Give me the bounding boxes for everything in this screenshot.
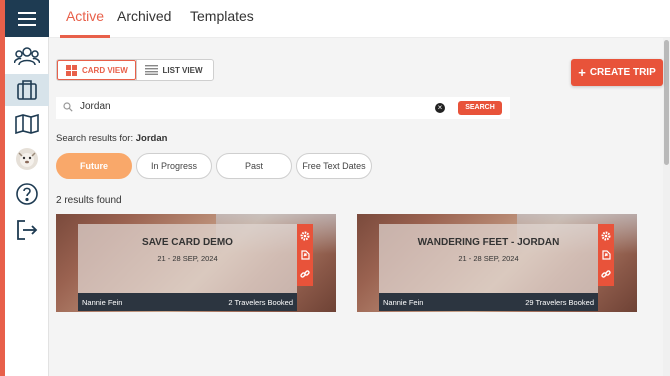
card-travelers: 29 Travelers Booked bbox=[525, 298, 594, 307]
avatar bbox=[16, 148, 38, 170]
card-info-overlay: WANDERING FEET - JORDAN 21 - 28 SEP, 202… bbox=[379, 224, 598, 294]
sidebar-item-logout[interactable] bbox=[5, 214, 49, 246]
luggage-icon bbox=[17, 80, 37, 100]
gear-icon[interactable] bbox=[601, 231, 611, 241]
sidebar bbox=[5, 0, 49, 376]
tab-active[interactable]: Active bbox=[60, 0, 110, 38]
card-actions bbox=[297, 224, 313, 286]
card-owner: Nannie Fein bbox=[82, 298, 123, 307]
card-info-overlay: SAVE CARD DEMO 21 - 28 SEP, 2024 bbox=[78, 224, 297, 294]
scrollbar-thumb[interactable] bbox=[664, 40, 669, 165]
trip-card[interactable]: WANDERING FEET - JORDAN 21 - 28 SEP, 202… bbox=[357, 214, 637, 312]
clear-search-icon[interactable]: × bbox=[435, 103, 445, 113]
card-title: SAVE CARD DEMO bbox=[142, 237, 233, 248]
sidebar-item-users[interactable] bbox=[5, 40, 49, 72]
list-view-label: LIST VIEW bbox=[162, 65, 203, 75]
card-dates: 21 - 28 SEP, 2024 bbox=[157, 254, 218, 263]
view-toggle: CARD VIEW LIST VIEW bbox=[56, 59, 214, 81]
results-count: 2 results found bbox=[56, 195, 122, 206]
tab-templates[interactable]: Templates bbox=[190, 0, 254, 38]
card-view-label: CARD VIEW bbox=[82, 65, 128, 75]
help-icon bbox=[16, 183, 38, 205]
hamburger-icon bbox=[18, 11, 36, 26]
card-footer: Nannie Fein 29 Travelers Booked bbox=[379, 293, 598, 311]
filter-in-progress[interactable]: In Progress bbox=[136, 153, 212, 179]
list-view-button[interactable]: LIST VIEW bbox=[135, 60, 214, 80]
logout-icon bbox=[17, 220, 38, 240]
map-icon bbox=[15, 114, 39, 134]
results-for-term: Jordan bbox=[135, 133, 168, 144]
menu-button[interactable] bbox=[5, 0, 49, 37]
results-for-prefix: Search results for: bbox=[56, 133, 134, 144]
copy-icon[interactable] bbox=[300, 250, 310, 260]
filter-past[interactable]: Past bbox=[216, 153, 292, 179]
list-icon bbox=[144, 65, 158, 75]
sidebar-item-trips[interactable] bbox=[5, 74, 49, 106]
search-icon bbox=[63, 102, 73, 112]
grid-icon bbox=[66, 64, 77, 76]
top-tabs: Active Archived Templates bbox=[49, 0, 670, 38]
card-owner: Nannie Fein bbox=[383, 298, 424, 307]
tab-archived[interactable]: Archived bbox=[117, 0, 171, 38]
link-icon[interactable] bbox=[601, 269, 611, 279]
create-trip-button[interactable]: + CREATE TRIP bbox=[571, 59, 663, 86]
copy-icon[interactable] bbox=[601, 250, 611, 260]
search-button[interactable]: SEARCH bbox=[458, 101, 502, 115]
card-travelers: 2 Travelers Booked bbox=[228, 298, 293, 307]
search-results-heading: Search results for: Jordan bbox=[56, 133, 167, 144]
search-input[interactable]: Jordan bbox=[80, 101, 111, 112]
card-actions bbox=[598, 224, 614, 286]
users-icon bbox=[14, 47, 40, 66]
sidebar-item-map[interactable] bbox=[5, 108, 49, 140]
card-footer: Nannie Fein 2 Travelers Booked bbox=[78, 293, 297, 311]
sidebar-item-help[interactable] bbox=[5, 178, 49, 210]
filter-future[interactable]: Future bbox=[56, 153, 132, 179]
create-trip-label: CREATE TRIP bbox=[589, 67, 656, 78]
search-bar: Jordan × SEARCH bbox=[56, 97, 510, 119]
filter-free-text-dates[interactable]: Free Text Dates bbox=[296, 153, 372, 179]
plus-icon: + bbox=[578, 65, 586, 80]
link-icon[interactable] bbox=[300, 269, 310, 279]
card-title: WANDERING FEET - JORDAN bbox=[417, 237, 560, 248]
gear-icon[interactable] bbox=[300, 231, 310, 241]
sidebar-item-profile[interactable] bbox=[5, 143, 49, 175]
card-dates: 21 - 28 SEP, 2024 bbox=[458, 254, 519, 263]
card-view-button[interactable]: CARD VIEW bbox=[57, 60, 136, 80]
trip-card[interactable]: SAVE CARD DEMO 21 - 28 SEP, 2024 Nannie … bbox=[56, 214, 336, 312]
